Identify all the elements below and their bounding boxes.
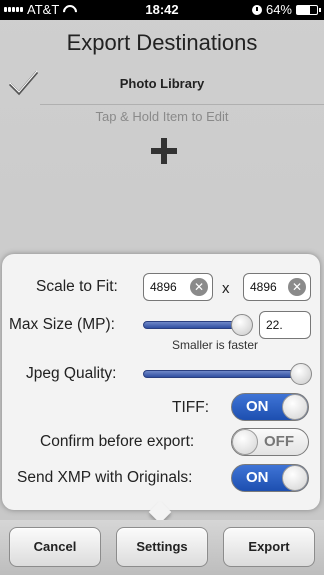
max-size-field[interactable]: 22. [259, 311, 311, 339]
edit-hint: Tap & Hold Item to Edit [95, 109, 229, 124]
jpeg-quality-label: Jpeg Quality: [26, 365, 117, 382]
status-bar: AT&T 18:42 64% [0, 0, 324, 20]
divider [40, 104, 324, 105]
scale-to-fit-label: Scale to Fit: [36, 278, 118, 295]
add-destination-icon[interactable] [151, 138, 177, 164]
toggle-knob [282, 465, 308, 491]
max-size-value: 22. [266, 318, 283, 332]
status-right: 64% [251, 2, 321, 17]
max-size-note: Smaller is faster [172, 338, 259, 352]
clear-icon[interactable]: ✕ [190, 278, 208, 296]
max-size-slider[interactable] [143, 321, 243, 329]
send-xmp-label: Send XMP with Originals: [17, 469, 193, 486]
scale-height-field[interactable]: 4896 ✕ [243, 273, 311, 301]
confirm-toggle-state: OFF [264, 433, 294, 450]
tiff-toggle[interactable]: ON [231, 393, 309, 421]
alarm-clock-icon [251, 4, 262, 15]
jpeg-quality-slider[interactable] [143, 370, 309, 378]
clear-icon[interactable]: ✕ [288, 278, 306, 296]
xmp-toggle-state: ON [246, 469, 269, 486]
destination-photo-library[interactable]: Photo Library [0, 76, 324, 91]
cancel-button[interactable]: Cancel [9, 527, 101, 567]
export-button[interactable]: Export [223, 527, 315, 567]
max-size-slider-knob[interactable] [231, 314, 253, 336]
toggle-knob [282, 394, 308, 420]
confirm-export-toggle[interactable]: OFF [231, 428, 309, 456]
battery-percent: 64% [265, 2, 292, 17]
confirm-export-label: Confirm before export: [40, 433, 195, 450]
scale-separator: x [222, 280, 230, 297]
scale-width-field[interactable]: 4896 ✕ [143, 273, 213, 301]
max-size-label: Max Size (MP): [9, 316, 115, 333]
scale-width-value: 4896 [150, 280, 177, 294]
tiff-label: TIFF: [172, 399, 210, 416]
toggle-knob [232, 429, 258, 455]
settings-button[interactable]: Settings [116, 527, 208, 567]
send-xmp-toggle[interactable]: ON [231, 464, 309, 492]
scale-height-value: 4896 [250, 280, 277, 294]
page-title: Export Destinations [66, 30, 258, 55]
jpeg-quality-slider-knob[interactable] [290, 363, 312, 385]
battery-icon [296, 4, 321, 15]
tiff-toggle-state: ON [246, 398, 269, 415]
